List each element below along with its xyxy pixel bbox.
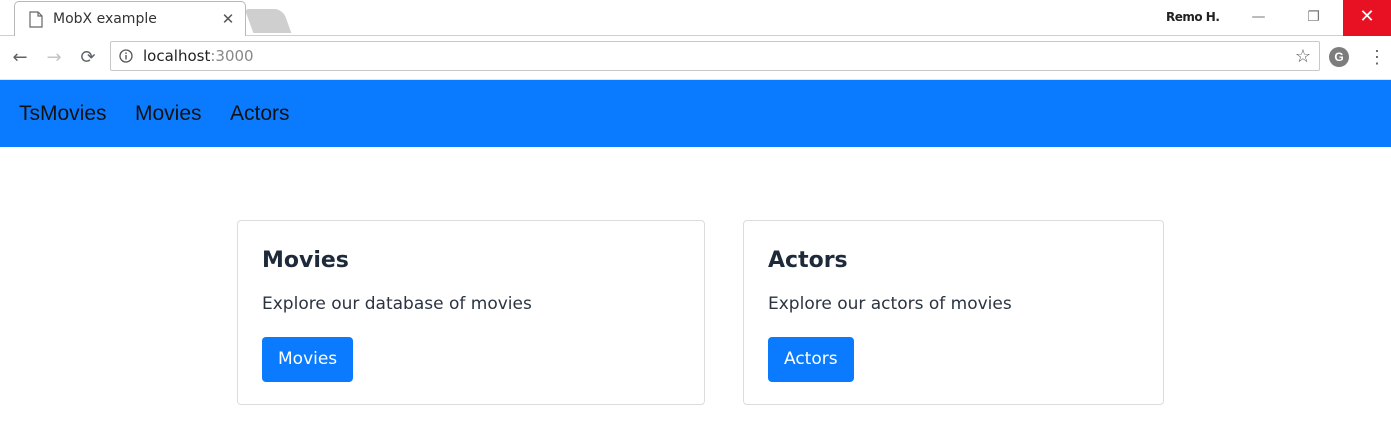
tab-title: MobX example [53,11,157,27]
browser-tab[interactable]: MobX example ✕ [14,1,246,36]
nav-link-actors[interactable]: Actors [230,102,290,126]
back-arrow-icon[interactable]: ← [8,46,32,70]
info-icon[interactable] [119,49,133,63]
restore-icon[interactable]: ❐ [1291,0,1336,36]
movies-button[interactable]: Movies [262,337,354,382]
card-title: Movies [262,248,349,273]
profile-name[interactable]: Remo H. [1166,10,1220,24]
tab-close-icon[interactable]: ✕ [219,10,237,28]
tab-inner: MobX example ✕ [15,2,245,36]
app-navbar: TsMovies Movies Actors [0,80,1391,147]
minimize-icon[interactable]: — [1236,0,1281,36]
card-title: Actors [768,248,848,273]
new-tab-button[interactable] [244,9,292,33]
card-text: Explore our actors of movies [768,294,1012,314]
browser-tabstrip: MobX example ✕ Remo H. — ❐ ✕ [0,0,1391,36]
menu-kebab-icon[interactable]: ⋮ [1368,45,1386,69]
navbar-brand[interactable]: TsMovies [19,102,107,126]
actors-button[interactable]: Actors [768,337,854,382]
movies-card: Movies Explore our database of movies Mo… [237,220,705,405]
close-window-icon[interactable]: ✕ [1343,0,1391,36]
url-port: :3000 [210,47,254,65]
bookmark-star-icon[interactable]: ☆ [1295,46,1311,67]
nav-link-movies[interactable]: Movies [135,102,202,126]
browser-toolbar: ← → ⟳ localhost:3000 ☆ G ⋮ [0,36,1391,80]
actors-card: Actors Explore our actors of movies Acto… [743,220,1164,405]
extension-icon[interactable]: G [1329,47,1349,67]
address-bar[interactable]: localhost:3000 ☆ [110,41,1320,71]
card-text: Explore our database of movies [262,294,532,314]
reload-icon[interactable]: ⟳ [76,46,100,70]
url-text[interactable]: localhost:3000 [143,47,254,65]
page-icon [29,11,43,28]
forward-arrow-icon[interactable]: → [42,46,66,70]
url-host: localhost [143,47,211,65]
